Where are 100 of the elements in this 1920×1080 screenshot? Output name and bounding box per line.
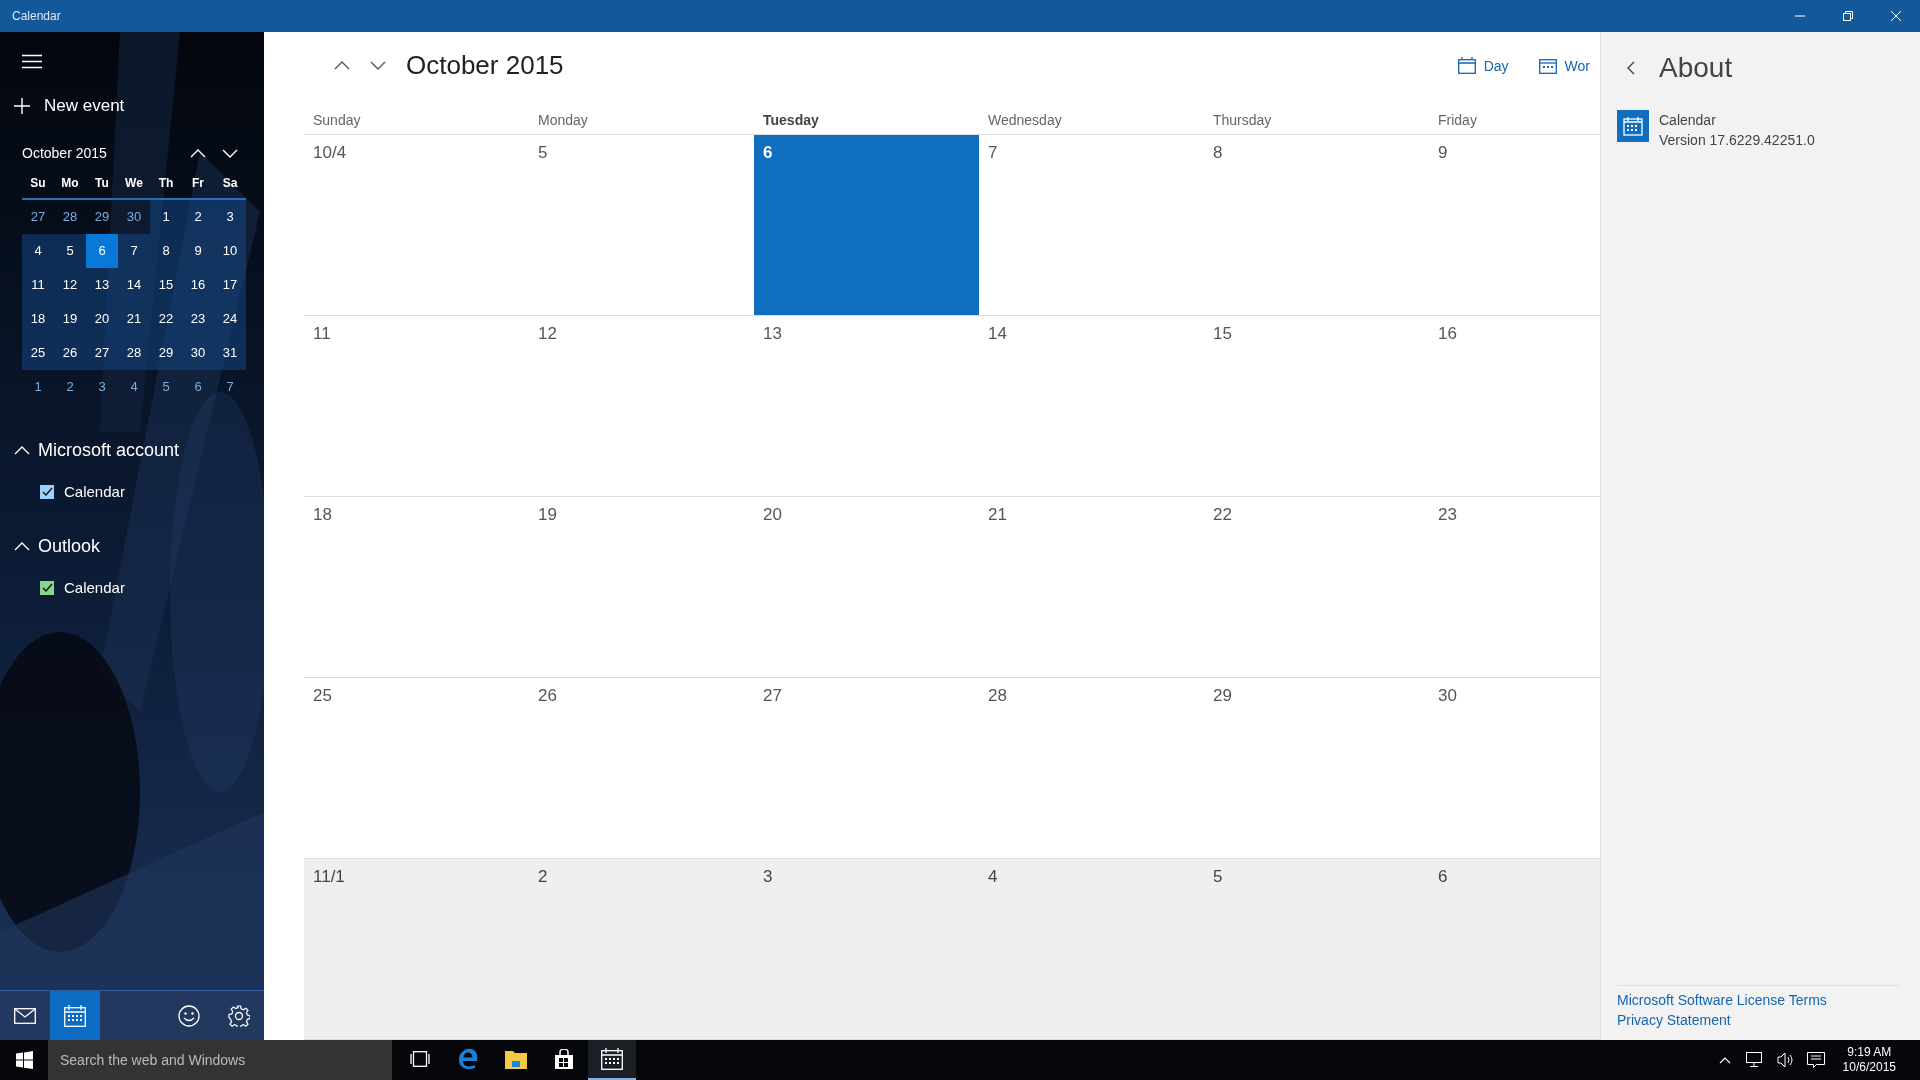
- shopping-bag-icon: [554, 1049, 574, 1069]
- date-cell[interactable]: 28: [54, 200, 86, 234]
- date-cell[interactable]: 4: [118, 370, 150, 404]
- date-cell[interactable]: 6: [182, 370, 214, 404]
- day-view-button[interactable]: Day: [1447, 51, 1519, 80]
- date-cell[interactable]: 7: [214, 370, 246, 404]
- date-cell[interactable]: 2: [182, 200, 214, 234]
- date-cell[interactable]: 15: [150, 268, 182, 302]
- volume-button[interactable]: [1774, 1050, 1795, 1070]
- date-cell[interactable]: 5: [54, 234, 86, 268]
- date-cell[interactable]: 27: [86, 336, 118, 370]
- month-title: October 2015: [22, 145, 108, 161]
- date-cell[interactable]: 22: [150, 302, 182, 336]
- date-number: 16: [1438, 324, 1457, 344]
- date-cell[interactable]: 13: [86, 268, 118, 302]
- day-cell[interactable]: 6: [754, 135, 979, 316]
- day-cell[interactable]: 4: [979, 859, 1204, 1040]
- date-number: 5: [538, 143, 548, 163]
- date-number: 27: [763, 686, 782, 706]
- date-cell[interactable]: 26: [54, 336, 86, 370]
- date-cell[interactable]: 4: [22, 234, 54, 268]
- checkmark-icon: [41, 583, 53, 592]
- date-cell[interactable]: 8: [150, 234, 182, 268]
- date-cell[interactable]: 27: [22, 200, 54, 234]
- date-number: 21: [988, 505, 1007, 525]
- date-cell[interactable]: 10: [214, 234, 246, 268]
- date-number: 11: [313, 324, 331, 344]
- chevron-up-icon[interactable]: [334, 61, 350, 70]
- speaker-icon: [1776, 1052, 1793, 1068]
- day-cell[interactable]: 11/1: [304, 859, 529, 1040]
- date-cell[interactable]: 7: [118, 234, 150, 268]
- work-week-view-button[interactable]: Wor: [1528, 51, 1600, 80]
- date-cell[interactable]: 17: [214, 268, 246, 302]
- date-number: 22: [1213, 505, 1232, 525]
- notifications-button[interactable]: [1804, 1050, 1827, 1070]
- clock-date: 10/6/2015: [1842, 1060, 1896, 1075]
- day-cell[interactable]: 6: [1429, 859, 1600, 1040]
- calendar-app-button[interactable]: [588, 1040, 636, 1080]
- window-title: Calendar: [12, 9, 62, 23]
- date-cell[interactable]: 6: [86, 234, 118, 268]
- date-number: 19: [538, 505, 557, 525]
- link[interactable]: Microsoft Software License Terms: [1617, 992, 1827, 1008]
- date-cell[interactable]: 31: [214, 336, 246, 370]
- date-cell[interactable]: 30: [118, 200, 150, 234]
- folder-icon: [505, 1049, 527, 1069]
- date-cell[interactable]: 25: [22, 336, 54, 370]
- link[interactable]: Privacy Statement: [1617, 1012, 1731, 1028]
- new-event-button[interactable]: New event: [12, 90, 127, 122]
- date-cell[interactable]: 28: [118, 336, 150, 370]
- date-cell[interactable]: 2: [54, 370, 86, 404]
- restore-icon[interactable]: [1843, 11, 1853, 21]
- date-cell[interactable]: 20: [86, 302, 118, 336]
- weekday-label: Sa: [221, 175, 239, 192]
- date-cell[interactable]: 18: [22, 302, 54, 336]
- date-cell[interactable]: 3: [86, 370, 118, 404]
- weekday-label: Su: [29, 175, 47, 192]
- date-cell[interactable]: 12: [54, 268, 86, 302]
- chevron-up-icon: [1718, 1056, 1731, 1064]
- account-header[interactable]: Microsoft account: [14, 436, 180, 465]
- plus-icon: [14, 98, 30, 114]
- date-cell[interactable]: 24: [214, 302, 246, 336]
- clock-time: 9:19 AM: [1847, 1045, 1892, 1060]
- day-cell[interactable]: 3: [754, 859, 979, 1040]
- date-number: 29: [1213, 686, 1232, 706]
- message-icon: [1806, 1052, 1825, 1068]
- date-cell[interactable]: 21: [118, 302, 150, 336]
- date-cell[interactable]: 29: [86, 200, 118, 234]
- date-cell[interactable]: 14: [118, 268, 150, 302]
- day-cell[interactable]: 2: [529, 859, 754, 1040]
- date-cell[interactable]: 1: [22, 370, 54, 404]
- weekday-header: Wednesday: [979, 87, 1204, 135]
- checkmark-icon: [41, 487, 53, 496]
- account-header[interactable]: Outlook: [14, 532, 101, 561]
- date-number: 12: [538, 324, 557, 344]
- date-cell[interactable]: 23: [182, 302, 214, 336]
- date-cell[interactable]: 5: [150, 370, 182, 404]
- calendar-button[interactable]: [50, 991, 100, 1040]
- weekday-label: Th: [157, 175, 175, 192]
- date-number: 30: [1438, 686, 1457, 706]
- date-cell[interactable]: 11: [22, 268, 54, 302]
- weekday-header: Sunday: [304, 87, 529, 135]
- date-cell[interactable]: 29: [150, 336, 182, 370]
- date-number: 8: [1213, 143, 1223, 163]
- menu-icon[interactable]: [22, 54, 42, 69]
- date-cell[interactable]: 16: [182, 268, 214, 302]
- date-number: 23: [1438, 505, 1457, 525]
- date-cell[interactable]: 30: [182, 336, 214, 370]
- date-cell[interactable]: 19: [54, 302, 86, 336]
- date-number: 25: [313, 686, 332, 706]
- close-icon[interactable]: [1891, 11, 1901, 21]
- mail-icon: [14, 1007, 36, 1024]
- weekday-label: Fr: [191, 175, 205, 192]
- search-field[interactable]: Search the web and Windows: [48, 1040, 392, 1080]
- date-cell[interactable]: 9: [182, 234, 214, 268]
- chevron-down-icon[interactable]: [370, 61, 386, 70]
- date-cell[interactable]: 3: [214, 200, 246, 234]
- date-cell[interactable]: 1: [150, 200, 182, 234]
- calendar-name: Calendar: [64, 483, 125, 500]
- day-cell[interactable]: 5: [1204, 859, 1429, 1040]
- back-icon: [1627, 61, 1635, 75]
